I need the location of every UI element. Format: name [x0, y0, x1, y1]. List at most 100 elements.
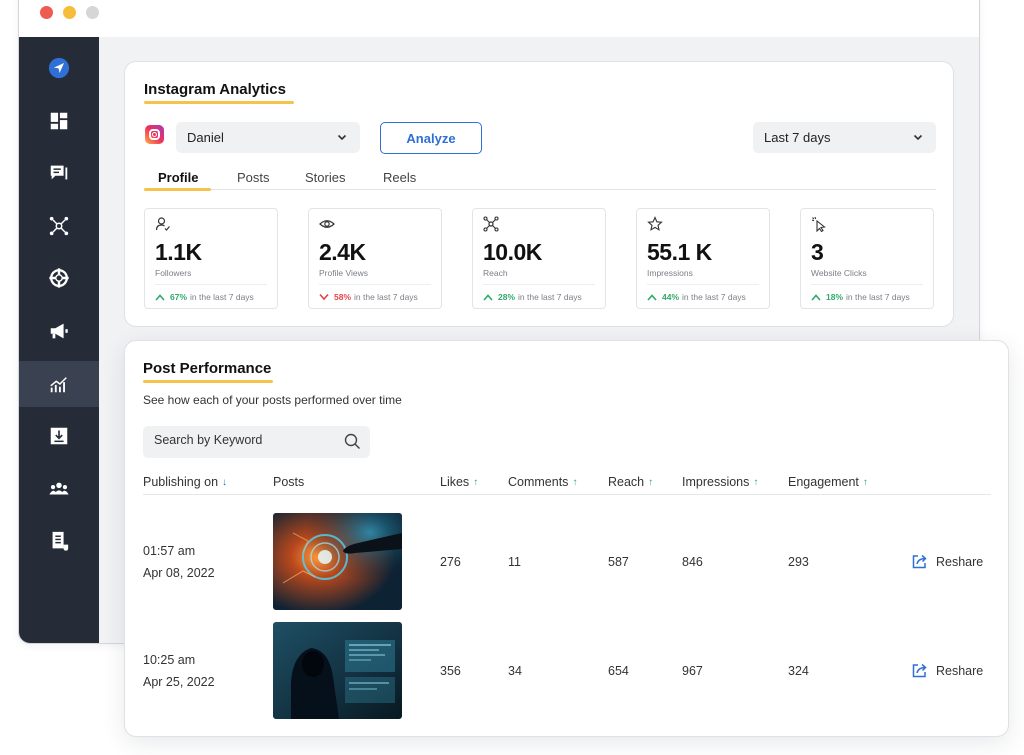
metric-divider [647, 284, 759, 285]
tab-profile[interactable]: Profile [158, 170, 198, 185]
post-date: Apr 08, 2022 [143, 566, 215, 580]
metric-trend-period: in the last 7 days [190, 292, 254, 302]
metric-trend-percent: 67% [170, 292, 188, 302]
metric-trend: 44% in the last 7 days [647, 292, 746, 302]
close-window-button[interactable] [40, 6, 53, 19]
post-time: 10:25 am [143, 653, 196, 667]
trend-down-icon [319, 293, 329, 301]
megaphone-icon [50, 323, 68, 339]
chevron-down-icon [337, 134, 347, 141]
document-icon [52, 531, 69, 551]
metric-divider [155, 284, 267, 285]
search-icon[interactable] [344, 433, 361, 450]
metric-label: Followers [155, 268, 192, 278]
metric-value: 3 [811, 239, 824, 265]
trend-up-icon [811, 294, 821, 301]
sidebar-item-documents[interactable] [19, 518, 99, 564]
sidebar-item-network[interactable] [19, 203, 99, 249]
keyword-search [143, 426, 370, 458]
sidebar-item-support[interactable] [19, 255, 99, 301]
send-icon [48, 57, 70, 79]
sidebar-item-analytics[interactable] [19, 361, 99, 407]
metric-divider [319, 284, 431, 285]
metric-trend-period: in the last 7 days [354, 292, 418, 302]
column-header-engagement[interactable]: Engagement ↑ [788, 475, 868, 489]
tab-posts[interactable]: Posts [237, 170, 270, 185]
table-row: 10:25 am Apr 25, 2022 356 34 654 967 324… [125, 622, 1010, 720]
analyze-button[interactable]: Analyze [380, 122, 482, 154]
sidebar-item-messages[interactable] [19, 150, 99, 196]
column-header-label: Posts [273, 475, 305, 489]
sort-up-icon: ↑ [572, 476, 578, 488]
column-header-label: Likes [440, 475, 470, 489]
reshare-button[interactable]: Reshare [911, 553, 983, 570]
reshare-label: Reshare [936, 663, 984, 678]
impressions-value: 846 [682, 555, 703, 569]
metric-card-impressions: 55.1 K Impressions 44% in the last 7 day… [636, 208, 770, 309]
reshare-label: Reshare [936, 554, 984, 569]
metric-trend: 67% in the last 7 days [155, 292, 254, 302]
search-input[interactable] [154, 433, 334, 447]
column-header-reach[interactable]: Reach ↑ [608, 475, 653, 489]
account-select[interactable]: Daniel [176, 122, 360, 153]
table-row: 01:57 am Apr 08, 2022 276 11 587 846 293… [125, 513, 1010, 611]
team-icon [49, 482, 69, 495]
reshare-icon [912, 663, 927, 678]
metric-value: 55.1 K [647, 239, 712, 265]
column-header-label: Publishing on [143, 475, 219, 489]
post-date: Apr 25, 2022 [143, 675, 215, 689]
chat-icon [50, 165, 68, 180]
sidebar-item-team[interactable] [19, 466, 99, 512]
likes-value: 276 [440, 555, 461, 569]
impressions-value: 967 [682, 664, 703, 678]
engagement-value: 293 [788, 555, 809, 569]
active-tab-indicator [144, 188, 211, 191]
post-thumbnail[interactable] [273, 622, 402, 719]
metric-card-followers: 1.1K Followers 67% in the last 7 days [144, 208, 278, 309]
reshare-button[interactable]: Reshare [911, 662, 983, 679]
metric-card-website-clicks: 3 Website Clicks 18% in the last 7 days [800, 208, 934, 309]
sidebar [19, 37, 99, 643]
trend-up-icon [155, 294, 165, 301]
metric-card-profile-views: 2.4K Profile Views 58% in the last 7 day… [308, 208, 442, 309]
account-select-value: Daniel [187, 130, 224, 145]
sidebar-item-reports[interactable] [19, 413, 99, 459]
metric-trend-percent: 58% [334, 292, 352, 302]
column-header-likes[interactable]: Likes ↑ [440, 475, 478, 489]
metric-label: Impressions [647, 268, 693, 278]
metric-divider [811, 284, 923, 285]
performance-title: Post Performance [143, 360, 272, 377]
sort-up-icon: ↑ [648, 476, 654, 488]
sidebar-item-publish[interactable] [19, 45, 99, 91]
reach-icon [483, 216, 499, 232]
sidebar-item-campaigns[interactable] [19, 308, 99, 354]
period-select-value: Last 7 days [764, 130, 831, 145]
instagram-analytics-card: Instagram Analytics Daniel Analyze Last … [124, 61, 954, 327]
sort-up-icon: ↑ [753, 476, 759, 488]
metric-card-reach: 10.0K Reach 28% in the last 7 days [472, 208, 606, 309]
trend-up-icon [647, 294, 657, 301]
sort-down-icon: ↓ [222, 476, 228, 488]
comments-value: 34 [508, 664, 522, 678]
column-header-publishing[interactable]: Publishing on ↓ [143, 475, 227, 489]
metric-trend: 28% in the last 7 days [483, 292, 582, 302]
column-header-comments[interactable]: Comments ↑ [508, 475, 577, 489]
metric-trend-period: in the last 7 days [518, 292, 582, 302]
column-header-impressions[interactable]: Impressions ↑ [682, 475, 758, 489]
post-thumbnail[interactable] [273, 513, 402, 610]
metric-label: Reach [483, 268, 508, 278]
column-header-label: Comments [508, 475, 569, 489]
sort-up-icon: ↑ [862, 476, 868, 488]
minimize-window-button[interactable] [63, 6, 76, 19]
tab-stories[interactable]: Stories [305, 170, 345, 185]
sidebar-item-dashboard[interactable] [19, 98, 99, 144]
reach-value: 654 [608, 664, 629, 678]
reach-value: 587 [608, 555, 629, 569]
column-header-posts: Posts [273, 475, 304, 489]
maximize-window-button[interactable] [86, 6, 99, 19]
title-underline [143, 380, 273, 383]
instagram-logo-icon [145, 125, 164, 144]
tab-reels[interactable]: Reels [383, 170, 416, 185]
analytics-tabs: Profile Posts Stories Reels [144, 168, 936, 191]
period-select[interactable]: Last 7 days [753, 122, 936, 153]
